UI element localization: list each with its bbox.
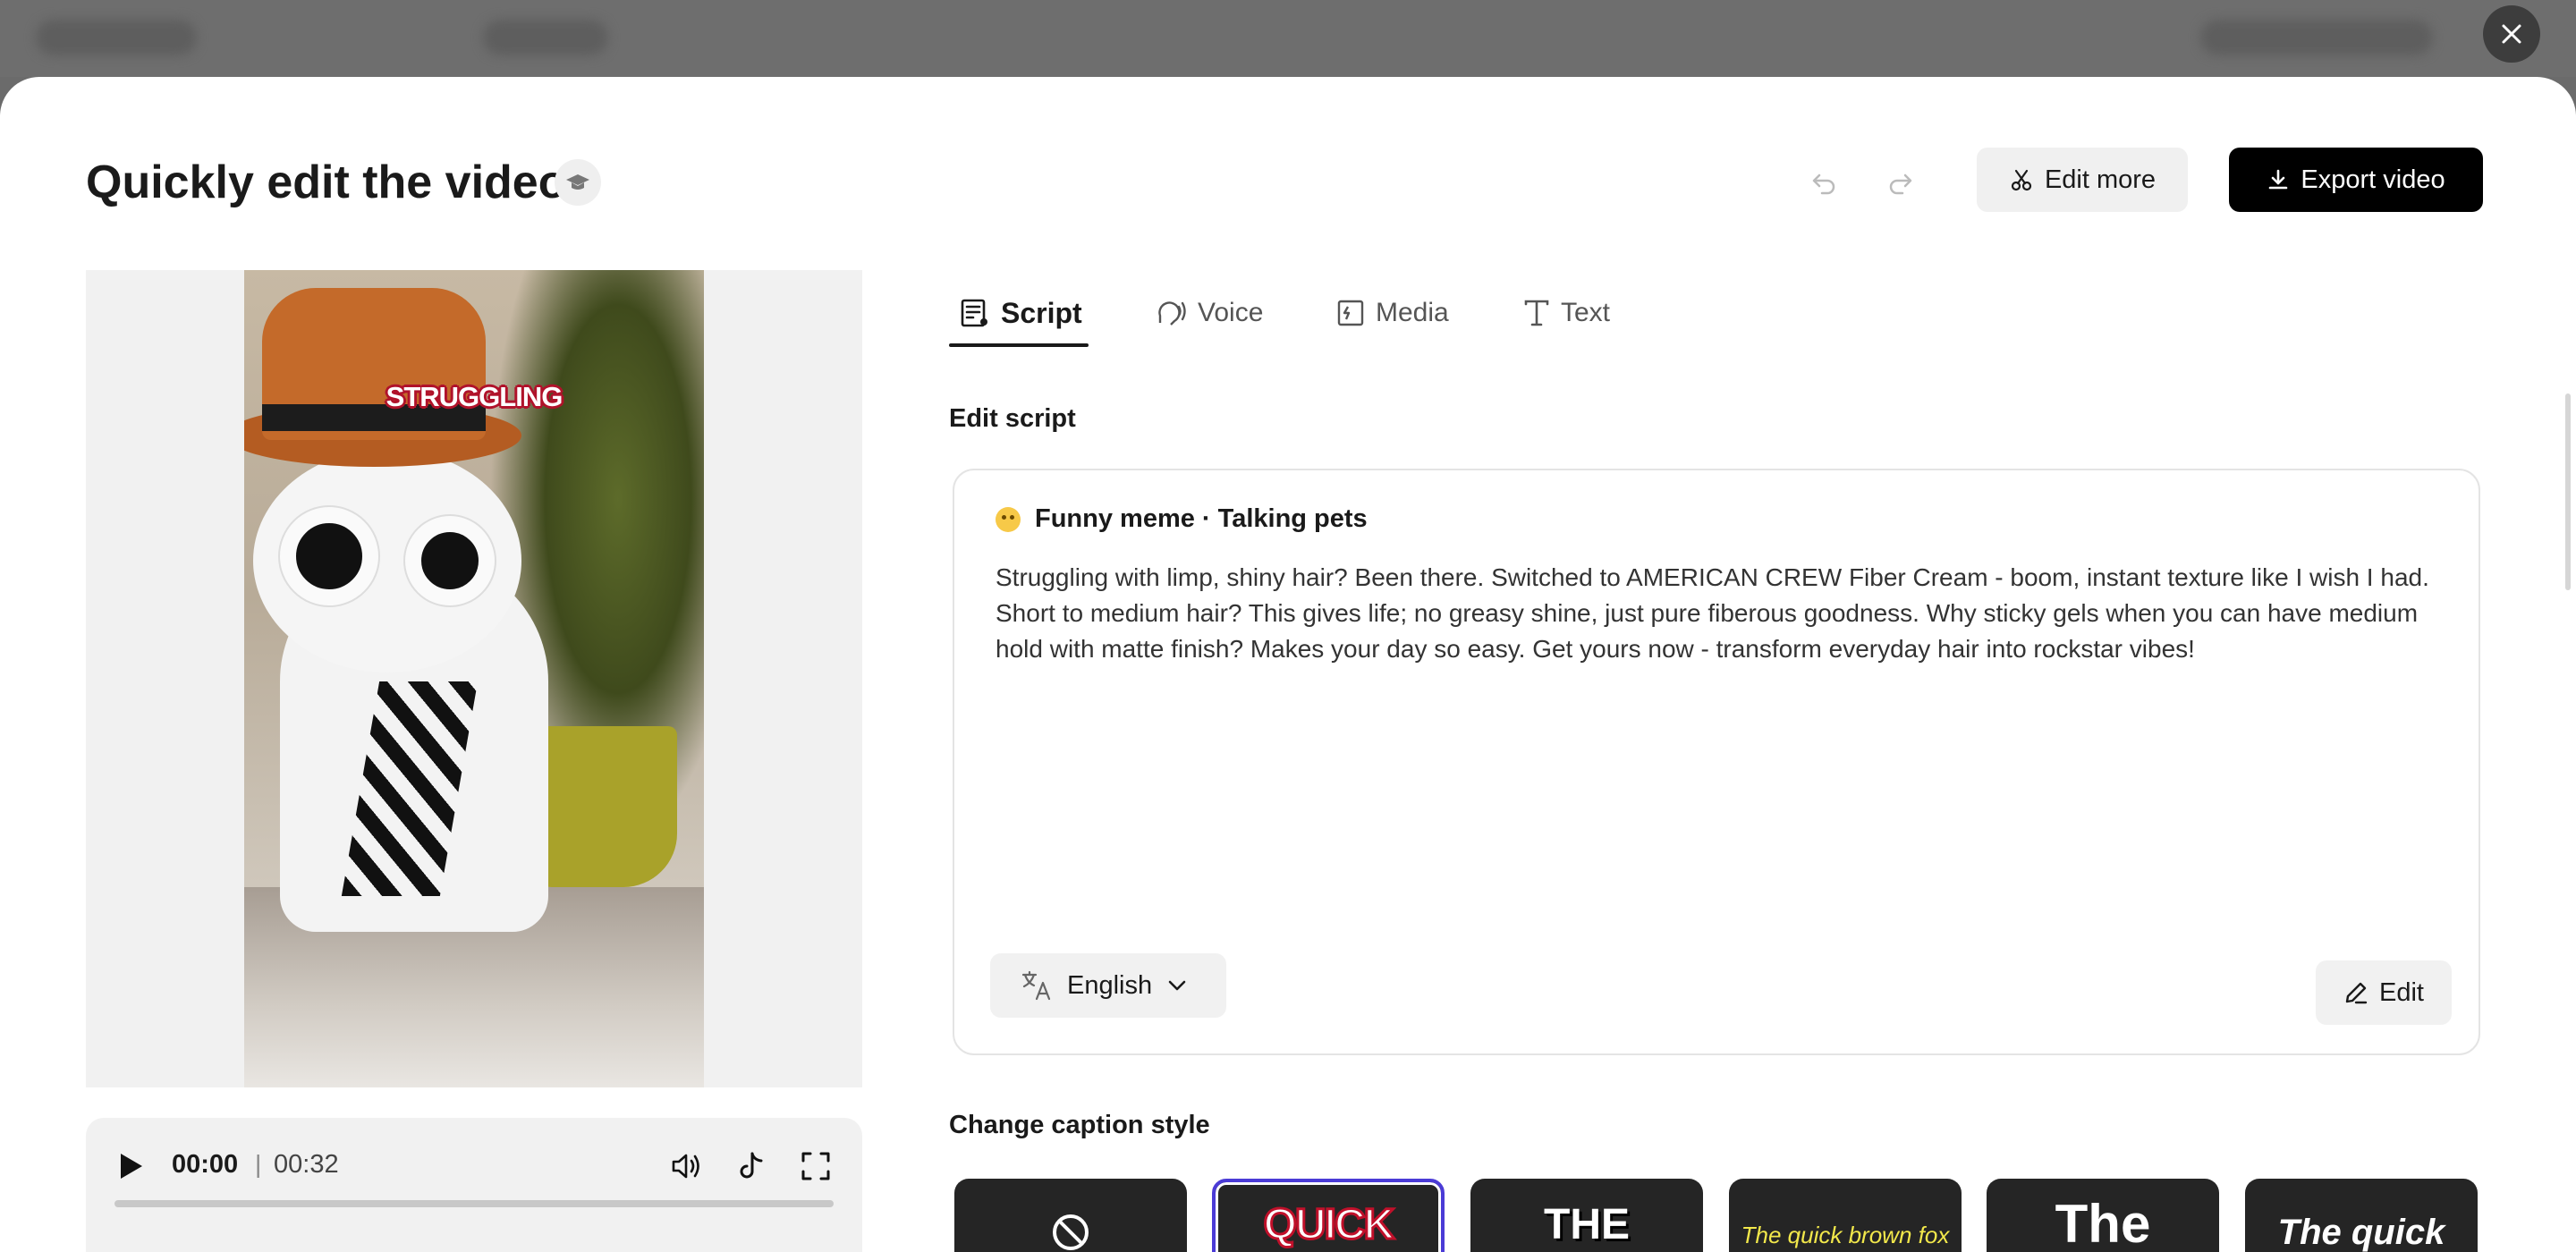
caption-style-option-2[interactable]: THE: [1470, 1179, 1703, 1252]
caption-style-none[interactable]: [954, 1179, 1187, 1252]
graduation-cap-icon: [566, 174, 589, 190]
video-frame: STRUGGLING: [244, 270, 704, 1087]
script-template-tag: Funny meme · Talking pets: [996, 504, 1368, 534]
caption-style-preview: THE: [1544, 1201, 1630, 1248]
caption-style-preview: The quick brown fox: [1741, 1222, 1950, 1248]
tab-script-label: Script: [1001, 296, 1082, 329]
script-body[interactable]: Struggling with limp, shiny hair? Been t…: [996, 560, 2445, 667]
voice-icon: [1158, 301, 1186, 326]
export-video-button[interactable]: Export video: [2229, 148, 2483, 212]
play-button[interactable]: [113, 1148, 148, 1184]
edit-more-button[interactable]: Edit more: [1977, 148, 2188, 212]
undo-button[interactable]: [1805, 163, 1844, 202]
tab-voice[interactable]: Voice: [1155, 277, 1263, 349]
caption-style-preview: The quick: [2277, 1213, 2445, 1252]
undo-icon: [1812, 173, 1835, 195]
script-template-label: Funny meme · Talking pets: [1035, 504, 1368, 533]
background-blur: [36, 20, 197, 55]
volume-icon: [672, 1154, 699, 1179]
text-icon: [1524, 300, 1549, 326]
current-time: 00:00: [172, 1150, 239, 1179]
playback-progress-bar[interactable]: [114, 1200, 834, 1207]
time-separator: |: [255, 1150, 262, 1178]
script-icon: [961, 299, 987, 327]
redo-icon: [1889, 173, 1912, 195]
tab-text[interactable]: Text: [1523, 277, 1610, 349]
background-blur: [483, 20, 608, 55]
tab-script[interactable]: Script: [960, 277, 1082, 349]
language-label: English: [1067, 970, 1153, 1000]
volume-button[interactable]: [667, 1146, 707, 1186]
pencil-icon: [2345, 982, 2368, 1004]
tab-media[interactable]: Media: [1336, 277, 1449, 349]
download-icon: [2269, 169, 2288, 190]
video-caption: STRUGGLING: [386, 381, 564, 412]
edit-script-heading: Edit script: [949, 404, 1076, 433]
script-editor: Funny meme · Talking pets Struggling wit…: [953, 469, 2480, 1055]
sunglasses-right: [405, 516, 495, 605]
tutorial-badge[interactable]: [555, 159, 601, 206]
caption-style-option-1[interactable]: QUICK: [1212, 1179, 1445, 1252]
tiktok-icon: [740, 1152, 763, 1179]
redo-button[interactable]: [1880, 163, 1919, 202]
caption-style-option-4[interactable]: The: [1987, 1179, 2219, 1252]
tiktok-button[interactable]: [732, 1146, 771, 1186]
fullscreen-icon: [801, 1152, 830, 1180]
caption-style-option-5[interactable]: The quick: [2245, 1179, 2478, 1252]
background-blur: [2200, 20, 2433, 55]
tab-text-label: Text: [1561, 298, 1611, 327]
caption-style-option-3[interactable]: The quick brown fox: [1729, 1179, 1962, 1252]
language-select[interactable]: English: [990, 953, 1226, 1018]
close-dialog-button[interactable]: [2483, 5, 2540, 63]
background-page: [0, 0, 2576, 77]
export-video-label: Export video: [2301, 165, 2445, 194]
media-icon: [1337, 300, 1364, 326]
translate-icon: [1021, 970, 1051, 1001]
none-icon: [1053, 1214, 1089, 1250]
close-icon: [2502, 24, 2521, 44]
video-player-controls: 00:00 | 00:32: [86, 1118, 862, 1252]
emoji-icon: [996, 506, 1021, 532]
edit-more-label: Edit more: [2044, 165, 2157, 194]
total-time: 00:32: [274, 1150, 339, 1179]
video-preview[interactable]: STRUGGLING: [86, 270, 862, 1087]
scrollbar[interactable]: [2565, 393, 2571, 590]
tab-media-label: Media: [1376, 298, 1449, 327]
tab-voice-label: Voice: [1198, 298, 1264, 327]
active-tab-indicator: [949, 343, 1089, 347]
fullscreen-button[interactable]: [796, 1146, 835, 1186]
scissors-icon: [2011, 169, 2032, 191]
edit-script-label: Edit: [2379, 977, 2424, 1007]
caption-style-heading: Change caption style: [949, 1111, 1210, 1139]
edit-script-button[interactable]: Edit: [2316, 960, 2452, 1025]
chevron-down-icon: [1168, 980, 1186, 991]
caption-style-preview: QUICK: [1262, 1200, 1396, 1250]
dialog-title: Quickly edit the video: [86, 156, 567, 208]
caption-style-preview: The: [2055, 1194, 2151, 1252]
play-icon: [121, 1154, 142, 1179]
sunglasses-left: [280, 507, 378, 605]
